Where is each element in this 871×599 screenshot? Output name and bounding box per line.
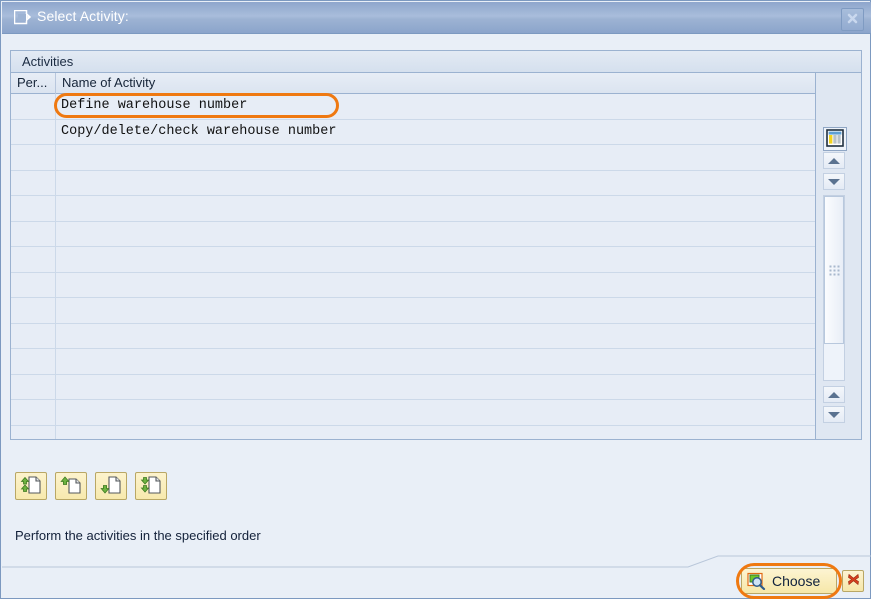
red-x-icon (846, 572, 861, 590)
table-row-empty[interactable] (11, 247, 816, 273)
cell-name-of-activity (56, 425, 816, 439)
scroll-page-up-button[interactable] (823, 152, 845, 169)
table-row-empty[interactable] (11, 323, 816, 349)
magnifier-select-icon (747, 572, 766, 590)
dialog-titlebar: Select Activity: (2, 2, 871, 34)
choose-button[interactable]: Choose (741, 568, 837, 594)
table-row[interactable]: Copy/delete/check warehouse number (11, 119, 816, 145)
table-row-empty[interactable] (11, 196, 816, 222)
table-body: Define warehouse number Copy/delete/chec… (11, 94, 816, 439)
table-row-empty[interactable] (11, 400, 816, 426)
triangle-up-icon (828, 157, 840, 164)
cell-performed (11, 272, 56, 297)
document-single-up-arrow-icon (60, 475, 82, 498)
cell-name-of-activity (56, 323, 816, 348)
cell-name-of-activity (56, 196, 816, 221)
vertical-scrollbar-thumb[interactable] (824, 196, 844, 344)
choose-button-label: Choose (772, 573, 821, 589)
scroll-page-down-button[interactable] (823, 173, 845, 190)
triangle-down-icon (828, 411, 840, 418)
dialog-title: Select Activity: (37, 8, 129, 24)
cell-name-of-activity (56, 145, 816, 170)
cell-name-of-activity (56, 247, 816, 272)
cell-performed (11, 323, 56, 348)
triangle-down-icon (828, 178, 840, 185)
table-row-empty[interactable] (11, 145, 816, 171)
table-settings-icon (826, 128, 844, 150)
table-row-empty[interactable] (11, 272, 816, 298)
cell-performed (11, 298, 56, 323)
cell-performed (11, 119, 56, 144)
cell-name-of-activity (56, 221, 816, 246)
table-row-empty[interactable] (11, 221, 816, 247)
table-row[interactable]: Define warehouse number (11, 94, 816, 120)
cell-performed (11, 400, 56, 425)
table-row-empty[interactable] (11, 349, 816, 375)
expand-all-button[interactable] (15, 472, 47, 500)
dialog-window-icon (13, 9, 32, 25)
cell-performed (11, 196, 56, 221)
cell-performed (11, 247, 56, 272)
cell-performed (11, 374, 56, 399)
cell-name-of-activity: Copy/delete/check warehouse number (56, 119, 816, 144)
cell-performed (11, 94, 56, 119)
collapse-all-button[interactable] (135, 472, 167, 500)
column-header-name-of-activity[interactable]: Name of Activity (56, 73, 816, 94)
cell-name-of-activity (56, 349, 816, 374)
cell-name-of-activity (56, 170, 816, 195)
table-row-empty[interactable] (11, 425, 816, 439)
table-row-empty[interactable] (11, 170, 816, 196)
triangle-up-icon (828, 391, 840, 398)
empty-rows-container (11, 145, 816, 439)
scrollbar-grip-dots (829, 265, 840, 276)
cell-name-of-activity: Define warehouse number (56, 94, 816, 119)
column-header-performed[interactable]: Per... (11, 73, 56, 94)
cell-performed (11, 221, 56, 246)
table-row-empty[interactable] (11, 298, 816, 324)
table-row-empty[interactable] (11, 374, 816, 400)
cell-performed (11, 170, 56, 195)
table-side-controls (815, 73, 861, 439)
cell-performed (11, 145, 56, 170)
select-activity-dialog: Select Activity: Activities Per... Name … (0, 0, 871, 599)
choose-button-wrapper: Choose (736, 563, 842, 599)
cell-name-of-activity (56, 400, 816, 425)
close-button[interactable] (841, 8, 864, 31)
document-single-down-arrow-icon (100, 475, 122, 498)
scroll-bottom-up-button[interactable] (823, 386, 845, 403)
collapse-node-button[interactable] (95, 472, 127, 500)
cell-name-of-activity (56, 272, 816, 297)
cancel-button[interactable] (842, 570, 864, 592)
cell-name-of-activity (56, 374, 816, 399)
cell-performed (11, 349, 56, 374)
activities-table-panel: Activities Per... Name of Activity Defin… (10, 50, 862, 440)
vertical-scrollbar-track[interactable] (823, 195, 845, 381)
activities-group-header: Activities (11, 51, 861, 73)
expand-node-button[interactable] (55, 472, 87, 500)
close-x-icon (846, 12, 859, 28)
document-double-up-arrow-icon (20, 475, 42, 498)
table-column-headers: Per... Name of Activity (11, 73, 861, 94)
cell-name-of-activity (56, 298, 816, 323)
status-message: Perform the activities in the specified … (15, 528, 261, 543)
document-double-down-arrow-icon (140, 475, 162, 498)
table-settings-button[interactable] (823, 127, 847, 151)
scroll-bottom-down-button[interactable] (823, 406, 845, 423)
cell-performed (11, 425, 56, 439)
activity-toolbar (15, 472, 167, 500)
